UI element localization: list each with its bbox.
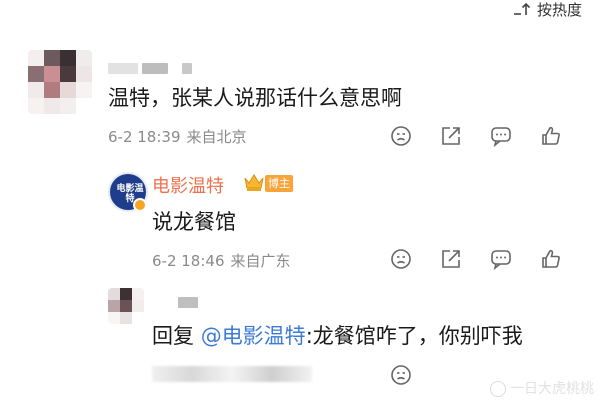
watermark: 一日大虎桃桃 xyxy=(490,378,594,398)
redacted-meta xyxy=(152,366,312,382)
reply-text: 说龙餐馆 xyxy=(152,210,236,234)
blogger-badge: 博主 xyxy=(265,175,293,192)
reply-icon[interactable] xyxy=(490,248,512,271)
comment-meta: 6-2 18:39 来自北京 xyxy=(108,126,247,147)
reply-meta: 6-2 18:46 来自广东 xyxy=(152,250,291,271)
watermark-text: 一日大虎桃桃 xyxy=(510,381,594,397)
dislike-icon[interactable] xyxy=(390,125,412,147)
dislike-icon[interactable] xyxy=(390,364,412,386)
username-redacted[interactable] xyxy=(178,296,198,308)
reply-prefix: 回复 xyxy=(152,324,201,348)
sort-icon xyxy=(513,2,531,16)
share-icon[interactable] xyxy=(440,248,462,270)
username-redacted[interactable] xyxy=(108,62,192,74)
reply-actions xyxy=(390,248,562,271)
comment-location: 来自北京 xyxy=(186,128,247,146)
reply-location: 来自广东 xyxy=(230,252,291,270)
blogger-name[interactable]: 电影温特 xyxy=(152,172,224,198)
avatar[interactable] xyxy=(108,288,144,324)
nested-reply-body: :龙餐馆咋了，你别吓我 xyxy=(305,324,523,348)
reply-icon[interactable] xyxy=(490,125,512,148)
verified-icon xyxy=(133,198,147,212)
like-icon[interactable] xyxy=(540,125,562,147)
like-icon[interactable] xyxy=(540,248,562,270)
nested-reply-actions xyxy=(390,364,412,386)
dislike-icon[interactable] xyxy=(390,248,412,270)
avatar[interactable] xyxy=(28,50,92,114)
comment-actions xyxy=(390,125,562,148)
reply-time: 6-2 18:46 xyxy=(152,252,225,270)
comment-text: 温特，张某人说那话什么意思啊 xyxy=(108,86,402,110)
comment-time: 6-2 18:39 xyxy=(108,128,181,146)
nested-reply-text: 回复 @电影温特:龙餐馆咋了，你别吓我 xyxy=(152,320,523,350)
share-icon[interactable] xyxy=(440,125,462,147)
watermark-icon xyxy=(490,381,506,397)
mention-link[interactable]: @电影温特 xyxy=(201,324,306,348)
sort-label: 按热度 xyxy=(536,0,582,19)
sort-button[interactable]: 按热度 xyxy=(513,0,582,19)
crown-icon xyxy=(243,172,265,192)
